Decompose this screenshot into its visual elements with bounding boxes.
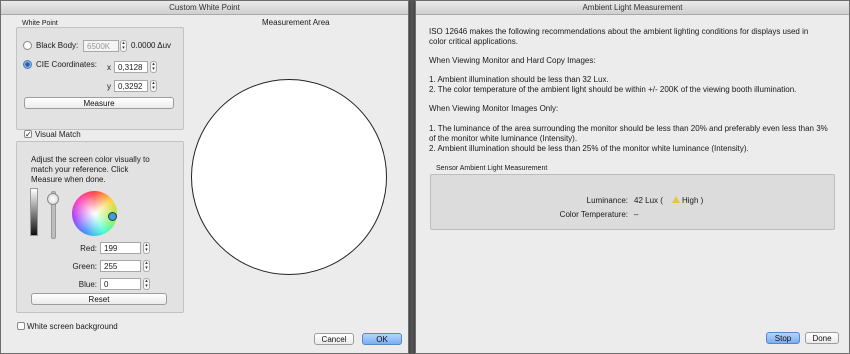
- measure-button[interactable]: Measure: [24, 97, 174, 109]
- window-title: Ambient Light Measurement: [416, 1, 849, 15]
- visual-match-label: Visual Match: [35, 130, 81, 139]
- blue-label: Blue:: [78, 280, 97, 289]
- black-body-label: Black Body:: [36, 41, 79, 50]
- intro-line-2: color critical applications.: [429, 37, 518, 46]
- window-title: Custom White Point: [1, 1, 408, 15]
- custom-white-point-window: Custom White Point White Point Black Bod…: [0, 0, 409, 354]
- luminance-value: 42 Lux (: [634, 196, 663, 205]
- red-label: Red:: [80, 244, 97, 253]
- blue-stepper[interactable]: ▴ ▾: [143, 278, 150, 290]
- brightness-slider-handle[interactable]: [47, 192, 59, 205]
- color-temperature-value: –: [634, 210, 639, 219]
- sensor-measurement-box: [430, 174, 835, 230]
- monitor-item-1-line-2: of the monitor white luminance (Intensit…: [429, 134, 578, 143]
- cie-x-stepper[interactable]: ▴ ▾: [150, 61, 157, 73]
- delta-uv-readout: 0.0000 Δuv: [131, 41, 172, 50]
- luminance-level: High ): [682, 196, 704, 205]
- green-label: Green:: [72, 262, 97, 271]
- hard-copy-item-1: 1. Ambient illumination should be less t…: [429, 75, 609, 84]
- done-button[interactable]: Done: [805, 332, 839, 344]
- red-field[interactable]: 199: [100, 242, 141, 254]
- cie-y-field[interactable]: 0,3292: [114, 80, 148, 92]
- cie-y-stepper[interactable]: ▴ ▾: [150, 80, 157, 92]
- measurement-area-label: Measurement Area: [262, 18, 330, 27]
- color-wheel-handle[interactable]: [108, 212, 117, 221]
- blue-field[interactable]: 0: [100, 278, 141, 290]
- section-heading-monitor-only: When Viewing Monitor Images Only:: [429, 104, 559, 113]
- warning-icon: [672, 196, 680, 203]
- ambient-light-window: Ambient Light Measurement ISO 12646 make…: [415, 0, 850, 354]
- x-label: x: [107, 63, 111, 72]
- monitor-item-2: 2. Ambient illumination should be less t…: [429, 144, 749, 153]
- black-body-radio[interactable]: [23, 41, 32, 50]
- stop-button[interactable]: Stop: [766, 332, 800, 344]
- black-body-stepper[interactable]: ▴ ▾: [120, 40, 127, 52]
- y-label: y: [107, 82, 111, 91]
- cie-coordinates-label: CIE Coordinates:: [36, 60, 97, 69]
- white-screen-background-checkbox[interactable]: [17, 322, 25, 330]
- black-body-temperature-field[interactable]: 6500K: [83, 40, 119, 52]
- green-stepper[interactable]: ▴ ▾: [143, 260, 150, 272]
- sensor-group-label: Sensor Ambient Light Measurement: [436, 165, 548, 172]
- ok-button[interactable]: OK: [362, 333, 402, 345]
- monitor-item-1-line-1: 1. The luminance of the area surrounding…: [429, 124, 828, 133]
- reset-button[interactable]: Reset: [31, 293, 167, 305]
- cancel-button[interactable]: Cancel: [314, 333, 354, 345]
- section-heading-hard-copy: When Viewing Monitor and Hard Copy Image…: [429, 56, 596, 65]
- intro-line-1: ISO 12646 makes the following recommenda…: [429, 27, 809, 36]
- measurement-area-circle: [191, 79, 387, 275]
- cie-x-field[interactable]: 0,3128: [114, 61, 148, 73]
- green-field[interactable]: 255: [100, 260, 141, 272]
- visual-match-instruction: Adjust the screen color visually to matc…: [31, 155, 150, 184]
- red-stepper[interactable]: ▴ ▾: [143, 242, 150, 254]
- visual-match-checkbox[interactable]: ✓: [24, 130, 32, 139]
- cie-coordinates-radio[interactable]: [23, 60, 32, 69]
- white-screen-background-label: White screen background: [27, 322, 118, 331]
- brightness-gradient-bar: [30, 188, 38, 236]
- hard-copy-item-2: 2. The color temperature of the ambient …: [429, 85, 797, 94]
- white-point-group-label: White Point: [22, 20, 58, 27]
- luminance-label: Luminance:: [586, 196, 628, 205]
- color-temperature-label: Color Temperature:: [559, 210, 628, 219]
